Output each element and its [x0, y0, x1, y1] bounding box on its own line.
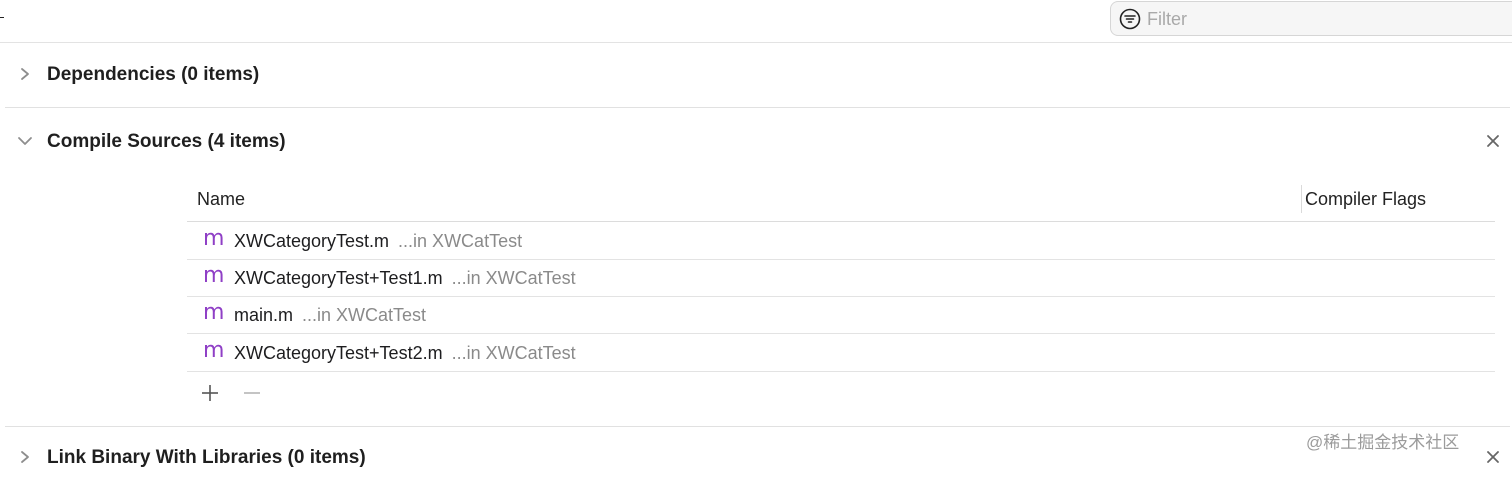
section-divider: [5, 426, 1510, 427]
file-name: XWCategoryTest+Test2.m: [234, 343, 443, 363]
column-header-compiler-flags[interactable]: Compiler Flags: [1305, 189, 1426, 210]
file-name: XWCategoryTest.m: [234, 231, 390, 251]
file-name: XWCategoryTest+Test1.m: [234, 268, 443, 288]
file-location: ...in XWCatTest: [451, 268, 576, 288]
filter-field[interactable]: [1110, 1, 1512, 36]
chevron-right-icon[interactable]: [14, 63, 36, 85]
section-dependencies-header[interactable]: Dependencies (0 items): [0, 55, 1512, 95]
section-title: Dependencies (0 items): [47, 64, 260, 85]
chevron-down-icon[interactable]: [14, 130, 36, 152]
section-link-binary-header[interactable]: Link Binary With Libraries (0 items): [0, 438, 1512, 478]
compile-sources-table: Name Compiler Flags m XWCategoryTest.m..…: [187, 181, 1495, 421]
filter-input[interactable]: [1147, 8, 1447, 30]
table-row[interactable]: m XWCategoryTest.m ...in XWCatTest: [187, 223, 1495, 260]
close-icon[interactable]: [1483, 131, 1503, 151]
objc-m-file-icon: m: [203, 226, 225, 251]
add-file-button[interactable]: [199, 382, 221, 404]
table-header-divider: [187, 221, 1495, 222]
objc-m-file-icon: m: [203, 300, 225, 325]
section-title: Compile Sources (4 items): [47, 131, 286, 152]
column-divider[interactable]: [1301, 185, 1302, 213]
section-title: Link Binary With Libraries (0 items): [47, 447, 366, 468]
objc-m-file-icon: m: [203, 263, 225, 288]
section-divider: [5, 107, 1510, 108]
filter-icon: [1119, 8, 1141, 30]
watermark: @稀土掘金技术社区: [1306, 433, 1460, 452]
file-location: ...in XWCatTest: [451, 343, 576, 363]
file-name: main.m: [234, 305, 294, 325]
divider: [0, 17, 4, 18]
file-location: ...in XWCatTest: [398, 231, 523, 251]
table-row[interactable]: m XWCategoryTest+Test2.m ...in XWCatTest: [187, 335, 1495, 372]
table-row[interactable]: m XWCategoryTest+Test1.m ...in XWCatTest: [187, 260, 1495, 297]
column-header-name[interactable]: Name: [197, 189, 245, 210]
file-location: ...in XWCatTest: [302, 305, 427, 325]
close-icon[interactable]: [1483, 447, 1503, 467]
toolbar: [0, 0, 1512, 43]
remove-file-button[interactable]: [241, 382, 263, 404]
objc-m-file-icon: m: [203, 338, 225, 363]
table-row[interactable]: m main.m ...in XWCatTest: [187, 297, 1495, 334]
section-compile-sources-header[interactable]: Compile Sources (4 items): [0, 122, 1512, 162]
